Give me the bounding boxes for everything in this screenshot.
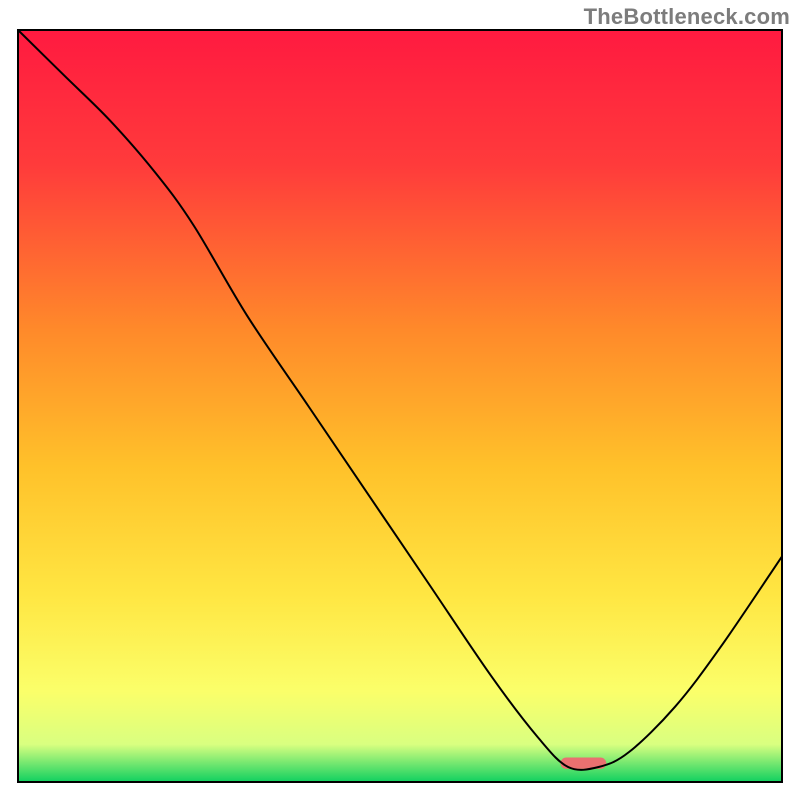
bottleneck-chart (0, 0, 800, 800)
gradient-background (18, 30, 782, 782)
plot-area (18, 30, 782, 782)
chart-container: TheBottleneck.com (0, 0, 800, 800)
